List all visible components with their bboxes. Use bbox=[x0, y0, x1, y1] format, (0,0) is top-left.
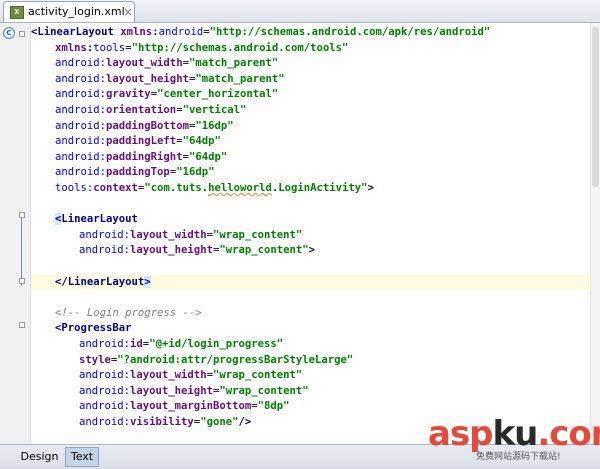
code-line: style="?android:attr/progressBarStyleLar… bbox=[79, 353, 354, 366]
code-line: <LinearLayout bbox=[55, 213, 138, 226]
code-line: android:layout_width="wrap_content" bbox=[79, 369, 303, 382]
tab-activity-login-xml[interactable]: X activity_login.xml × bbox=[3, 1, 135, 22]
code-line: tools:context="com.tuts.helloworld.Login… bbox=[55, 182, 374, 194]
code-line: android:paddingRight="64dp" bbox=[55, 150, 228, 163]
fold-toggle-icon[interactable] bbox=[19, 322, 25, 328]
code-line: android:layout_width="match_parent" bbox=[55, 57, 279, 70]
code-line: android:layout_height="wrap_content" bbox=[79, 384, 309, 397]
fold-range-indicator bbox=[21, 212, 22, 286]
code-line: android:layout_width="wrap_content" bbox=[79, 228, 303, 241]
fold-toggle-icon[interactable] bbox=[19, 31, 25, 37]
tab-text[interactable]: Text bbox=[65, 447, 99, 467]
class-marker-icon[interactable]: C bbox=[3, 27, 15, 39]
vertical-scrollbar[interactable] bbox=[590, 23, 600, 444]
code-editor[interactable]: <LinearLayout xmlns:android="http://sche… bbox=[31, 23, 590, 444]
code-line: xmlns:tools="http://schemas.android.com/… bbox=[55, 41, 349, 54]
tab-title: activity_login.xml bbox=[28, 5, 125, 18]
code-line-current: </LinearLayout> bbox=[31, 274, 590, 291]
code-line: android:layout_marginBottom="8dp" bbox=[79, 400, 290, 413]
watermark-logo: aspku.com 免费网站源码下载站! bbox=[428, 414, 600, 466]
code-line: android:paddingLeft="64dp" bbox=[55, 135, 221, 148]
code-line: android:gravity="center_horizontal" bbox=[55, 88, 279, 101]
watermark-title: aspku.com bbox=[428, 414, 600, 454]
code-line: android:layout_height="match_parent" bbox=[55, 72, 285, 85]
code-line: <ProgressBar bbox=[55, 322, 132, 335]
watermark-subtitle: 免费网站源码下载站! bbox=[476, 452, 561, 462]
xml-file-icon: X bbox=[10, 6, 24, 19]
code-line: <LinearLayout xmlns:android="http://sche… bbox=[31, 26, 491, 38]
code-line: android:id="@+id/login_progress" bbox=[79, 338, 284, 350]
fold-toggle-icon[interactable] bbox=[19, 278, 25, 284]
tab-design[interactable]: Design bbox=[17, 447, 62, 467]
editor-gutter[interactable] bbox=[0, 23, 31, 444]
code-line: android:orientation="vertical" bbox=[55, 104, 247, 116]
fold-toggle-icon[interactable] bbox=[19, 212, 25, 218]
code-line: android:paddingBottom="16dp" bbox=[55, 119, 234, 132]
code-line: android:paddingTop="16dp" bbox=[55, 166, 215, 179]
scrollbar-thumb[interactable] bbox=[592, 27, 599, 187]
code-line: android:layout_height="wrap_content"> bbox=[79, 244, 316, 257]
close-tab-icon[interactable]: × bbox=[123, 5, 133, 19]
code-comment: <!-- Login progress --> bbox=[55, 306, 202, 319]
editor-tab-bar: X activity_login.xml × bbox=[0, 0, 600, 23]
